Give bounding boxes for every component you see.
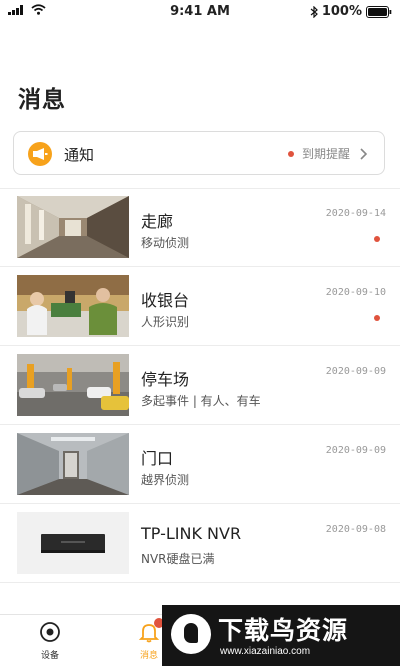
- message-subtitle: 越界侦测: [141, 473, 190, 487]
- tab-devices[interactable]: 设备: [33, 621, 67, 661]
- expiry-dot: [287, 150, 294, 157]
- message-date: 2020-09-09: [325, 366, 386, 377]
- checkout-thumbnail: [17, 275, 129, 337]
- expiry-reminder-label: 到期提醒: [301, 147, 350, 161]
- message-title: 停车场: [141, 370, 190, 389]
- message-title: 门口: [141, 449, 174, 468]
- tab-messages-label: 消息: [139, 651, 158, 661]
- notice-label: 通知: [64, 146, 95, 164]
- tab-messages[interactable]: 消息: [132, 618, 166, 661]
- message-subtitle: 移动侦测: [141, 236, 190, 250]
- message-title: TP-LINK NVR: [141, 524, 242, 543]
- message-item-checkout[interactable]: 收银台 人形识别 2020-09-10: [0, 267, 400, 345]
- watermark-url: www.xiazainiao.com: [220, 646, 311, 657]
- notice-expiry-link[interactable]: 到期提醒: [287, 145, 370, 162]
- parking-thumbnail: [17, 354, 129, 416]
- unread-dot: [374, 236, 380, 242]
- message-title: 走廊: [141, 212, 174, 231]
- bluetooth-icon: [310, 5, 318, 18]
- message-date: 2020-09-08: [325, 524, 386, 535]
- nvr-thumbnail: [17, 512, 129, 574]
- message-item-doorway[interactable]: 门口 越界侦测 2020-09-09: [0, 425, 400, 503]
- message-subtitle: NVR硬盘已满: [141, 552, 215, 566]
- message-item-parking[interactable]: 停车场 多起事件 | 有人、有车 2020-09-09: [0, 346, 400, 424]
- divider: [0, 582, 400, 583]
- message-item-corridor[interactable]: 走廊 移动侦测 2020-09-14: [0, 188, 400, 266]
- status-bar: 9:41 AM 100%: [0, 0, 400, 24]
- tab-devices-label: 设备: [40, 651, 59, 661]
- doorway-thumbnail: [17, 433, 129, 495]
- unread-dot: [374, 315, 380, 321]
- message-date: 2020-09-10: [325, 287, 386, 298]
- chevron-right-icon: [360, 147, 368, 160]
- message-subtitle: 多起事件 | 有人、有车: [141, 394, 261, 408]
- camera-icon: [40, 622, 60, 642]
- message-item-nvr[interactable]: TP-LINK NVR NVR硬盘已满 2020-09-08: [0, 504, 400, 582]
- status-right: 100%: [310, 4, 392, 19]
- watermark-title: 下载鸟资源: [218, 616, 349, 645]
- battery-icon: [366, 5, 392, 18]
- notice-bar[interactable]: 通知 到期提醒: [13, 131, 385, 175]
- watermark-logo-mark: [184, 623, 198, 643]
- battery-percent: 100%: [321, 4, 362, 19]
- page-title: 消息: [18, 87, 66, 113]
- watermark-banner: 下载鸟资源 www.xiazainiao.com: [162, 605, 400, 666]
- corridor-thumbnail: [17, 196, 129, 258]
- megaphone-icon: [28, 142, 52, 166]
- message-date: 2020-09-09: [325, 445, 386, 456]
- message-title: 收银台: [141, 291, 190, 310]
- watermark-logo: [171, 614, 211, 654]
- message-subtitle: 人形识别: [141, 315, 190, 329]
- message-date: 2020-09-14: [325, 208, 386, 219]
